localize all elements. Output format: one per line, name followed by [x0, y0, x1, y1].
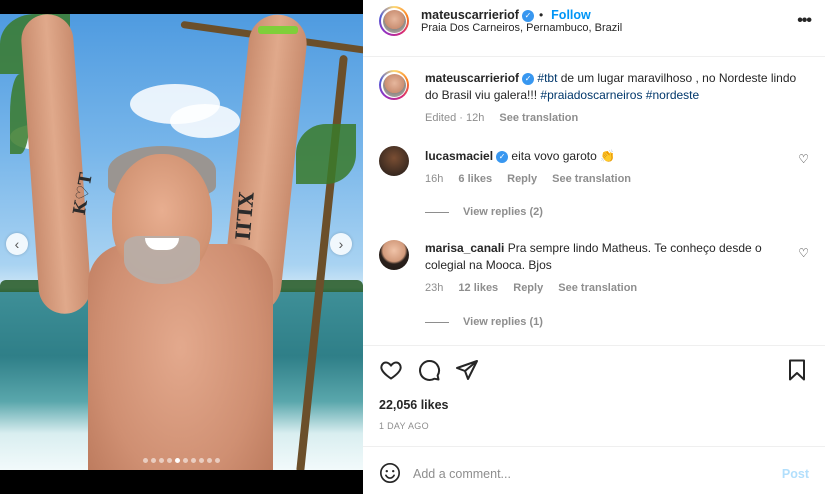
caption-edited-time: Edited · 12h — [425, 112, 485, 124]
see-translation-link[interactable]: See translation — [552, 173, 631, 185]
instagram-post-modal: K♡T XLII ‹ › mateuscarrieriof ✓ • Follow Pr… — [0, 0, 825, 494]
tree-trunk — [296, 54, 348, 470]
post-media: K♡T XLII ‹ › — [0, 0, 363, 494]
heart-icon[interactable] — [379, 358, 403, 382]
carousel-dot — [175, 458, 180, 463]
view-replies-button[interactable]: View replies (2) — [425, 206, 543, 218]
comment-username[interactable]: marisa_canali — [425, 241, 504, 255]
commenter-avatar[interactable] — [379, 240, 409, 270]
reply-button[interactable]: Reply — [507, 173, 537, 185]
author-avatar[interactable] — [379, 6, 409, 36]
post-caption: mateuscarrieriof ✓ #tbt de um lugar marav… — [379, 70, 809, 130]
share-icon[interactable] — [455, 358, 479, 382]
replies-line — [425, 321, 449, 323]
divider — [363, 446, 825, 447]
replies-line — [425, 211, 449, 213]
author-username[interactable]: mateuscarrieriof — [421, 8, 519, 22]
verified-badge-icon: ✓ — [521, 9, 534, 22]
carousel-dot — [167, 458, 172, 463]
previous-image-button[interactable]: ‹ — [6, 233, 28, 255]
commenter-avatar[interactable] — [379, 146, 409, 176]
tattoo-right: XLII — [230, 190, 259, 242]
divider — [363, 56, 825, 57]
carousel-dot — [191, 458, 196, 463]
leaf — [296, 124, 356, 184]
verified-badge-icon: ✓ — [522, 72, 535, 85]
separator-dot: • — [538, 8, 544, 22]
comment-username[interactable]: lucasmaciel — [425, 149, 493, 163]
view-replies-label: View replies (2) — [463, 206, 543, 218]
next-image-button[interactable]: › — [330, 233, 352, 255]
view-replies-button[interactable]: View replies (1) — [425, 316, 543, 328]
emoji-icon[interactable] — [379, 462, 401, 487]
reply-button[interactable]: Reply — [513, 282, 543, 294]
carousel-dot — [207, 458, 212, 463]
carousel-dot — [151, 458, 156, 463]
comment-item: lucasmaciel ✓ eita vovo garoto 👏 16h 6 li… — [379, 146, 809, 196]
post-photo: K♡T XLII — [0, 14, 363, 470]
verified-badge-icon: ✓ — [496, 150, 509, 163]
comment-likes[interactable]: 12 likes — [458, 282, 498, 294]
cloud — [170, 104, 240, 138]
comment-time: 16h — [425, 173, 444, 185]
bookmark-icon[interactable] — [785, 358, 809, 382]
comment-time: 23h — [425, 282, 444, 294]
carousel-dot — [143, 458, 148, 463]
caption-username[interactable]: mateuscarrieriof — [425, 71, 519, 85]
post-actions — [379, 358, 809, 382]
likes-count[interactable]: 22,056 likes — [379, 398, 449, 412]
comment-text: eita vovo garoto 👏 — [511, 149, 616, 163]
view-replies-label: View replies (1) — [463, 316, 543, 328]
carousel-dot — [215, 458, 220, 463]
post-header: mateuscarrieriof ✓ • Follow Praia Dos Carne… — [363, 0, 825, 42]
comment-heart-icon[interactable]: ♡ — [798, 152, 809, 166]
see-translation-link[interactable]: See translation — [499, 112, 578, 124]
hashtag-link[interactable]: #nordeste — [646, 88, 699, 102]
more-options-icon[interactable]: ••• — [797, 12, 812, 30]
follow-button[interactable]: Follow — [551, 8, 591, 22]
see-translation-link[interactable]: See translation — [558, 282, 637, 294]
post-details: mateuscarrieriof ✓ • Follow Praia Dos Carne… — [363, 0, 825, 494]
comment-composer: Post — [363, 454, 825, 494]
avatar-image — [382, 9, 406, 33]
comment-heart-icon[interactable]: ♡ — [798, 246, 809, 260]
hashtag-link[interactable]: #praiadoscarneiros — [540, 88, 642, 102]
hashtag-link[interactable]: #tbt — [537, 71, 557, 85]
post-location[interactable]: Praia Dos Carneiros, Pernambuco, Brazil — [421, 22, 622, 34]
comment-input[interactable] — [413, 467, 782, 481]
comment-item: marisa_canali Pra sempre lindo Matheus. … — [379, 240, 809, 300]
divider — [363, 345, 825, 346]
post-date[interactable]: 1 DAY AGO — [379, 421, 429, 431]
comment-likes[interactable]: 6 likes — [458, 173, 492, 185]
caption-avatar[interactable] — [379, 70, 409, 100]
carousel-dot — [159, 458, 164, 463]
wristband — [258, 26, 298, 34]
carousel-indicator — [0, 452, 363, 466]
comment-icon[interactable] — [417, 358, 441, 382]
avatar-image — [382, 73, 406, 97]
carousel-dot — [199, 458, 204, 463]
left-arm — [19, 14, 93, 316]
post-comment-button[interactable]: Post — [782, 467, 809, 481]
carousel-dot — [183, 458, 188, 463]
